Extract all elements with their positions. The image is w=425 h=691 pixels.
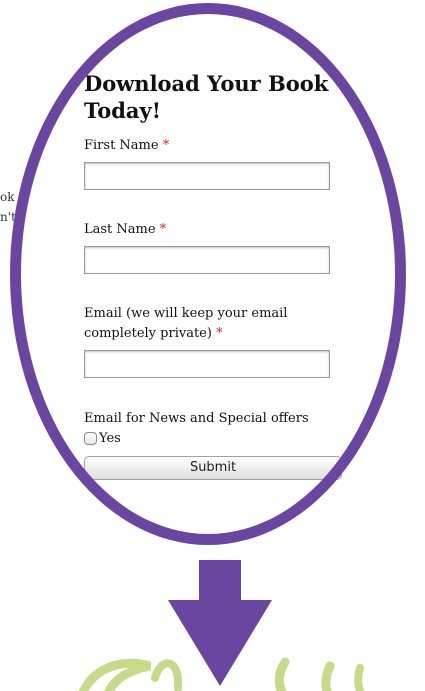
newsletter-option[interactable]: Yes — [84, 431, 354, 446]
script-logo-graphic — [60, 648, 380, 691]
required-marker: * — [162, 138, 170, 153]
last-name-label: Last Name * — [84, 220, 354, 240]
first-name-label-text: First Name — [84, 138, 159, 153]
download-form: Download Your Book Today! First Name * L… — [84, 70, 354, 480]
background-text-line: n't — [0, 210, 16, 224]
last-name-input[interactable] — [84, 246, 330, 274]
first-name-label: First Name * — [84, 136, 354, 156]
first-name-input[interactable] — [84, 162, 330, 190]
newsletter-checkbox[interactable] — [84, 432, 97, 445]
script-logo-svg — [78, 657, 365, 691]
background-text-line: ok — [0, 190, 15, 204]
newsletter-checkbox-label[interactable]: Yes — [99, 431, 121, 446]
email-input[interactable] — [84, 350, 330, 378]
form-title: Download Your Book Today! — [84, 71, 329, 123]
newsletter-label: Email for News and Special offers — [84, 411, 309, 426]
email-label-text: Email (we will keep your email completel… — [84, 306, 288, 341]
required-marker: * — [216, 326, 223, 341]
submit-button[interactable]: Submit — [84, 456, 342, 480]
last-name-label-text: Last Name — [84, 222, 156, 237]
required-marker: * — [159, 222, 167, 237]
email-label: Email (we will keep your email completel… — [84, 304, 354, 344]
